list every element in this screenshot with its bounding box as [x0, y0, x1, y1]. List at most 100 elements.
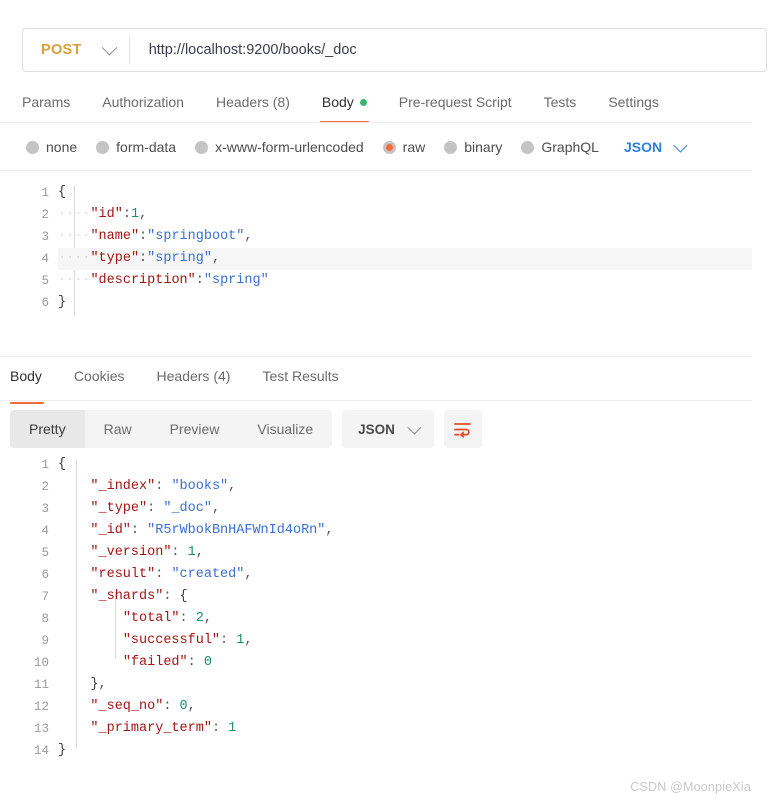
divider-under-body-types [0, 170, 752, 171]
tab-body-label: Body [321, 94, 354, 110]
radio-icon [195, 140, 209, 154]
view-mode-pretty-label: Pretty [29, 421, 66, 437]
tab-settings-label: Settings [608, 94, 659, 110]
response-format-label: JSON [358, 421, 395, 437]
line-number: 14 [33, 744, 49, 758]
request-body-code[interactable]: {····"id":1, ····"name":"springboot", ····… [58, 182, 752, 314]
response-body-code: { "_index": "books", "_type": "_doc", "_… [58, 454, 775, 762]
tab-settings[interactable]: Settings [592, 90, 675, 114]
tab-params-label: Params [22, 94, 71, 110]
response-tab-cookies[interactable]: Cookies [58, 368, 141, 396]
line-number: 13 [33, 722, 49, 736]
line-number: 3 [41, 230, 49, 244]
code-line: "_index": "books", [90, 479, 237, 494]
raw-format-select[interactable]: JSON [624, 138, 688, 155]
response-body-viewer[interactable]: 1 2 3 4 5 6 7 8 9 10 11 12 13 14 { "_index": "books",… [0, 454, 775, 774]
radio-icon [444, 140, 458, 154]
code-line: "successful": 1, [122, 633, 253, 648]
line-number: 8 [41, 612, 49, 626]
body-type-radio-group: none form-data x-www-form-urlencoded raw… [26, 136, 688, 158]
code-line: "_id": "R5rWbokBnHAFWnId4oRn", [90, 523, 334, 538]
line-number: 6 [41, 568, 49, 582]
code-line: "total": 2, [122, 611, 212, 626]
code-line: } [58, 743, 67, 758]
response-tabs: Body Cookies Headers (4) Test Results [10, 368, 355, 404]
response-tab-test-results-label: Test Results [262, 368, 339, 384]
body-type-raw-label: raw [402, 139, 426, 155]
code-line: { [58, 185, 67, 200]
http-method-select[interactable]: POST [23, 29, 129, 71]
divider-above-response [0, 356, 752, 357]
line-number: 12 [33, 700, 49, 714]
line-number: 4 [41, 524, 49, 538]
view-mode-pretty[interactable]: Pretty [10, 410, 85, 448]
tab-params[interactable]: Params [22, 90, 86, 114]
view-mode-raw-label: Raw [103, 421, 132, 437]
line-number: 3 [41, 502, 49, 516]
code-line: ····"description":"spring" [58, 273, 269, 288]
body-type-form-data[interactable]: form-data [96, 139, 176, 155]
code-line: ····"type":"spring", [58, 248, 752, 270]
chevron-down-icon [101, 39, 117, 55]
code-line: ····"name":"springboot", [58, 229, 253, 244]
line-number: 9 [41, 634, 49, 648]
view-mode-raw[interactable]: Raw [85, 410, 151, 448]
chevron-down-icon [407, 420, 422, 435]
code-line: "_version": 1, [90, 545, 204, 560]
word-wrap-button[interactable] [443, 410, 482, 448]
code-line: "_shards": { [90, 589, 188, 604]
body-type-raw[interactable]: raw [382, 139, 426, 155]
code-line: "_seq_no": 0, [90, 699, 196, 714]
request-body-editor[interactable]: 1 2 3 4 5 6 {····"id":1, ····"name":"springboo… [0, 182, 752, 342]
tab-authorization-label: Authorization [102, 94, 184, 110]
watermark: CSDN @MoonpieXia [630, 780, 751, 794]
tab-pre-request-script[interactable]: Pre-request Script [383, 90, 528, 114]
tab-tests[interactable]: Tests [528, 90, 593, 114]
line-number: 2 [41, 480, 49, 494]
view-mode-visualize-label: Visualize [257, 421, 314, 437]
request-url-bar: POST http://localhost:9200/books/_doc [22, 28, 767, 72]
response-tab-body-label: Body [10, 368, 42, 384]
view-mode-preview-label: Preview [169, 421, 220, 437]
body-type-none-label: none [46, 139, 78, 155]
response-tab-headers-label: Headers (4) [156, 368, 231, 384]
line-number: 10 [33, 656, 49, 670]
response-view-toolbar: Pretty Raw Preview Visualize JSON [10, 410, 482, 448]
tab-tests-label: Tests [543, 94, 577, 110]
view-mode-visualize[interactable]: Visualize [238, 410, 332, 448]
line-number: 4 [41, 252, 49, 266]
response-tab-body[interactable]: Body [10, 368, 58, 404]
line-number: 5 [41, 274, 49, 288]
word-wrap-icon [454, 422, 472, 438]
line-number: 5 [41, 546, 49, 560]
body-type-form-data-label: form-data [116, 139, 177, 155]
radio-selected-icon [382, 140, 396, 154]
tab-body[interactable]: Body [306, 90, 383, 123]
line-number: 6 [41, 296, 49, 310]
line-number: 1 [41, 458, 49, 472]
body-type-none[interactable]: none [26, 139, 77, 155]
code-line: "result": "created", [90, 567, 253, 582]
line-number: 1 [41, 186, 49, 200]
request-editor-line-numbers: 1 2 3 4 5 6 [0, 182, 58, 342]
body-type-graphql-label: GraphQL [541, 139, 599, 155]
response-tab-cookies-label: Cookies [73, 368, 125, 384]
divider-under-request-tabs [0, 122, 752, 123]
response-editor-line-numbers: 1 2 3 4 5 6 7 8 9 10 11 12 13 14 [0, 454, 58, 774]
body-type-binary[interactable]: binary [444, 139, 502, 155]
radio-icon [521, 140, 535, 154]
body-type-graphql[interactable]: GraphQL [521, 139, 599, 155]
body-type-binary-label: binary [464, 139, 503, 155]
response-tab-test-results[interactable]: Test Results [246, 368, 354, 396]
response-tab-headers[interactable]: Headers (4) [141, 368, 247, 396]
code-line: }, [90, 677, 107, 692]
view-mode-preview[interactable]: Preview [151, 410, 239, 448]
tab-authorization[interactable]: Authorization [86, 90, 200, 114]
response-format-select[interactable]: JSON [342, 410, 434, 448]
body-type-urlencoded[interactable]: x-www-form-urlencoded [195, 139, 364, 155]
radio-icon [96, 140, 110, 154]
tab-headers[interactable]: Headers (8) [200, 90, 306, 114]
code-line: "_type": "_doc", [90, 501, 221, 516]
request-url-input[interactable]: http://localhost:9200/books/_doc [130, 42, 357, 58]
line-number: 11 [33, 678, 49, 692]
